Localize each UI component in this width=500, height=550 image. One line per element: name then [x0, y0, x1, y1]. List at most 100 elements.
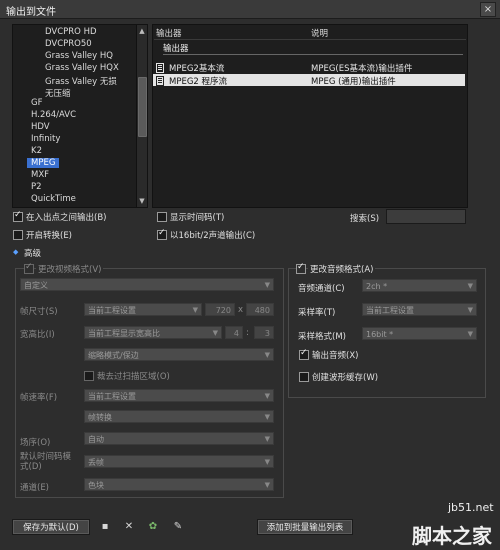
exporter-row[interactable]: MPEG2基本流 MPEG(ES基本流)输出插件 — [153, 61, 465, 74]
save-icon[interactable]: ▪ — [99, 521, 111, 533]
exporter-row-selected[interactable]: MPEG2 程序流 MPEG (通用)输出插件 — [153, 74, 465, 87]
frame-conversion-dropdown[interactable]: 帧转换 ▼ — [84, 410, 274, 423]
tree-item[interactable]: HDV — [31, 122, 50, 132]
waveform-cache-checkbox[interactable] — [299, 372, 309, 382]
output-16bit-checkbox[interactable] — [157, 228, 167, 240]
chevron-down-icon: ▼ — [467, 330, 473, 338]
window-titlebar: 输出到文件 × — [0, 0, 500, 19]
field-order-value: 自动 — [88, 435, 104, 444]
save-default-button[interactable]: 保存为默认(D) — [12, 519, 90, 535]
enable-convert-label: 开启转换(E) — [26, 231, 73, 241]
search-input[interactable] — [386, 209, 466, 224]
timecode-mode-dropdown[interactable]: 丢帧 ▼ — [84, 455, 274, 468]
import-icon[interactable]: ✿ — [147, 521, 159, 533]
enable-convert-checkbox[interactable] — [13, 230, 23, 240]
advanced-chevron-icon[interactable]: ◆ — [13, 248, 18, 256]
chevron-down-icon: ▼ — [467, 282, 473, 290]
video-preset-value: 自定义 — [24, 281, 48, 290]
tree-item[interactable]: K2 — [31, 146, 42, 156]
timecode-mode-label: 默认时间码模式(D) — [20, 452, 72, 472]
aspect-separator: : — [246, 328, 249, 338]
channel-dropdown[interactable]: 色块 ▼ — [84, 478, 274, 491]
crop-overscan-checkbox[interactable] — [84, 371, 94, 381]
aspect-a-field[interactable]: 4 — [225, 326, 243, 339]
tree-item[interactable]: Grass Valley 无损 — [45, 75, 117, 87]
width-field[interactable]: 720 — [205, 303, 235, 316]
chevron-down-icon: ▼ — [264, 458, 270, 466]
add-to-batch-button[interactable]: 添加到批量输出列表 — [257, 519, 353, 535]
tree-item[interactable]: GF — [31, 98, 42, 108]
between-in-out-checkbox[interactable] — [13, 210, 23, 222]
between-in-out-label: 在入出点之间输出(B) — [26, 213, 107, 223]
frame-size-dropdown[interactable]: 当前工程设置 ▼ — [84, 303, 202, 316]
tree-item[interactable]: H.264/AVC — [31, 110, 76, 120]
change-audio-format-label: 更改音频格式(A) — [308, 263, 376, 275]
window-title: 输出到文件 — [6, 7, 56, 18]
output-16bit-label: 以16bit/2声道输出(C) — [170, 231, 256, 241]
plugin-icon — [156, 76, 164, 86]
chevron-down-icon: ▼ — [264, 281, 270, 289]
tree-item[interactable]: DVCPRO50 — [45, 39, 92, 49]
scroll-down-icon[interactable]: ▼ — [138, 196, 146, 206]
sample-format-label: 采样格式(M) — [298, 332, 346, 342]
field-order-label: 场序(O) — [20, 438, 51, 448]
output-audio-checkbox[interactable] — [299, 348, 309, 360]
tree-item[interactable]: Grass Valley HQ — [45, 51, 113, 61]
sample-rate-dropdown[interactable]: 当前工程设置 ▼ — [362, 303, 477, 316]
tree-scrollbar[interactable]: ▲ ▼ — [136, 25, 147, 207]
show-timecode-checkbox[interactable] — [157, 212, 167, 222]
delete-icon[interactable]: ✕ — [123, 521, 135, 533]
tree-item[interactable]: Grass Valley HQX — [45, 63, 119, 73]
scroll-thumb[interactable] — [138, 77, 147, 137]
aspect-mode-dropdown[interactable]: 缩略模式/保边 ▼ — [84, 348, 274, 361]
export-icon[interactable]: ✎ — [172, 521, 184, 533]
aspect-ratio-dropdown[interactable]: 当前工程显示宽高比 ▼ — [84, 326, 222, 339]
timecode-mode-value: 丢帧 — [88, 458, 104, 467]
sample-rate-label: 采样率(T) — [298, 308, 336, 318]
tree-item[interactable]: MXF — [31, 170, 49, 180]
tree-item[interactable]: QuickTime — [31, 194, 76, 204]
sample-format-value: 16bit * — [366, 330, 394, 339]
change-video-format-label: 更改视频格式(V) — [36, 263, 104, 275]
exporter-desc: MPEG (通用)输出插件 — [311, 77, 396, 87]
advanced-toggle[interactable]: 高级 — [24, 247, 41, 259]
audio-channels-dropdown[interactable]: 2ch * ▼ — [362, 279, 477, 292]
field-order-dropdown[interactable]: 自动 ▼ — [84, 432, 274, 445]
scroll-up-icon[interactable]: ▲ — [138, 26, 146, 36]
frame-rate-label: 帧速率(F) — [20, 393, 58, 403]
video-preset-dropdown[interactable]: 自定义 ▼ — [20, 278, 274, 291]
frame-rate-value: 当前工程设置 — [88, 392, 136, 401]
exporter-name: MPEG2基本流 — [169, 64, 225, 74]
tree-item[interactable]: P2 — [31, 182, 42, 192]
output-audio-label: 输出音频(X) — [312, 351, 359, 361]
frame-size-label: 帧尺寸(S) — [20, 307, 58, 317]
plugin-icon — [156, 63, 164, 73]
tree-item[interactable]: Infinity — [31, 134, 60, 144]
audio-channels-value: 2ch * — [366, 282, 388, 291]
frame-conversion-value: 帧转换 — [88, 413, 112, 422]
tree-item[interactable]: 无压缩 — [45, 87, 71, 99]
change-audio-format-checkbox[interactable] — [296, 262, 306, 274]
frame-size-value: 当前工程设置 — [88, 306, 136, 315]
sample-format-dropdown[interactable]: 16bit * ▼ — [362, 327, 477, 340]
audio-channels-label: 音频通道(C) — [298, 284, 345, 294]
height-field[interactable]: 480 — [246, 303, 274, 316]
chevron-down-icon: ▼ — [467, 306, 473, 314]
channel-label: 通道(E) — [20, 483, 50, 493]
exporter-desc: MPEG(ES基本流)输出插件 — [311, 64, 413, 74]
change-video-format-checkbox[interactable] — [24, 262, 34, 274]
column-description[interactable]: 说明 — [311, 27, 328, 39]
crop-overscan-label: 裁去过扫描区域(O) — [97, 372, 170, 382]
close-button[interactable]: × — [480, 2, 496, 17]
tree-item[interactable]: DVCPRO HD — [45, 27, 97, 37]
frame-rate-dropdown[interactable]: 当前工程设置 ▼ — [84, 389, 274, 402]
column-exporter[interactable]: 输出器 — [156, 27, 182, 39]
exporter-list-panel: 输出器 说明 输出器 MPEG2基本流 MPEG(ES基本流)输出插件 MPEG… — [152, 24, 468, 208]
size-separator: x — [238, 305, 244, 315]
chevron-down-icon: ▼ — [212, 329, 218, 337]
watermark-site: jb51.net — [448, 501, 494, 514]
aspect-b-field[interactable]: 3 — [254, 326, 274, 339]
tree-item-selected[interactable]: MPEG — [27, 157, 60, 168]
aspect-ratio-value: 当前工程显示宽高比 — [88, 329, 160, 338]
sample-rate-value: 当前工程设置 — [366, 306, 414, 315]
